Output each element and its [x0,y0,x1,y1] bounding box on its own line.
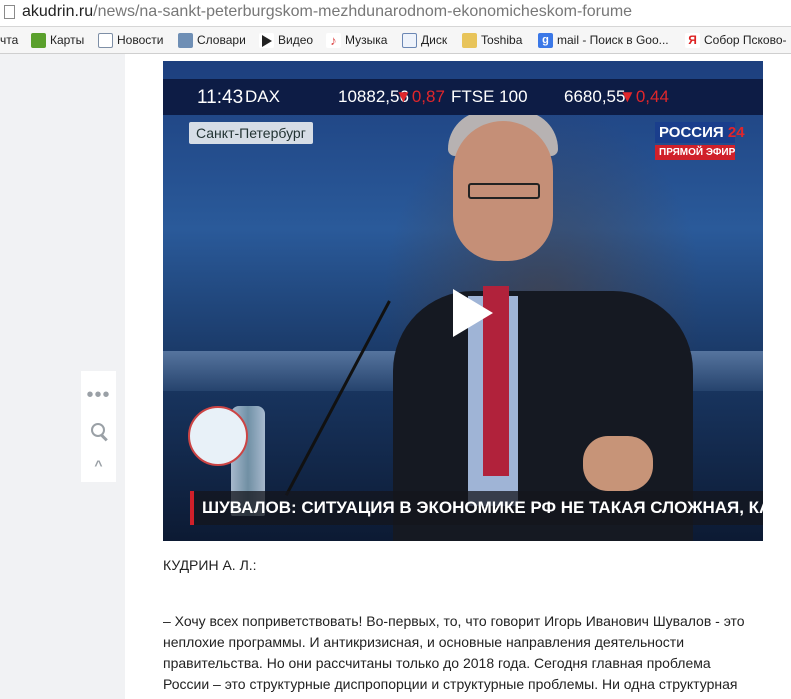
ticker-change-1: ▼0,87 [395,87,445,106]
bookmark-disk[interactable]: Диск [402,27,447,53]
yandex-icon: Я [685,32,700,48]
bookmark-label: Словари [197,33,246,47]
bookmark-label: Собор Псково- [704,33,787,47]
bookmark-google-search[interactable]: g mail - Поиск в Goo... [538,27,669,53]
ticker-index-1: DAX [245,87,280,106]
dictionary-icon [178,32,193,48]
play-button[interactable] [427,271,511,355]
address-bar[interactable]: akudrin.ru/news/na-sankt-peterburgskom-m… [0,0,791,27]
maps-icon [31,32,46,48]
bookmark-label: Карты [50,33,85,47]
bookmark-video[interactable]: Видео [259,27,313,53]
ticker-time: 11:43 [197,87,244,108]
url-text[interactable]: akudrin.ru/news/na-sankt-peterburgskom-m… [22,3,632,21]
bookmark-label: Диск [421,33,448,47]
channel-number: 24 [727,124,745,141]
bookmark-mail[interactable]: чта [0,27,18,53]
folder-icon [462,32,477,48]
ticker-change-2: ▼0,44 [619,87,669,106]
page-icon [4,5,15,19]
forum-logo [188,406,248,466]
bookmark-label: Видео [278,33,314,47]
ticker-value-2: 6680,55 [564,87,626,106]
article-paragraph: – Хочу всех поприветствовать! Во-первых,… [163,613,745,692]
bookmark-label: mail - Поиск в Goo... [557,33,669,47]
url-domain: akudrin.ru [22,3,94,20]
bookmark-sobor[interactable]: Я Собор Псково- [685,27,787,53]
news-headline: ШУВАЛОВ: СИТУАЦИЯ В ЭКОНОМИКЕ РФ НЕ ТАКА… [190,491,763,525]
live-badge: ПРЯМОЙ ЭФИР [655,145,735,160]
more-icon: ••• [86,383,111,406]
scroll-up-button[interactable]: ^ [81,447,116,482]
bookmark-label: Новости [117,33,164,47]
chevron-up-icon: ^ [94,456,103,473]
bookmark-music[interactable]: ♪ Музыка [326,27,387,53]
more-button[interactable]: ••• [81,377,116,412]
video-player[interactable]: 11:43 DAX 10882,56 ▼0,87 FTSE 100 6680,5… [163,61,763,541]
bookmark-label: Toshiba [481,33,523,47]
video-icon [259,32,274,48]
news-icon [98,32,113,48]
ticker-index-2: FTSE 100 [451,87,528,106]
city-label: Санкт-Петербург [189,122,313,144]
bookmark-news[interactable]: Новости [98,27,163,53]
channel-logo: РОССИЯ 24 ПРЯМОЙ ЭФИР [655,122,745,160]
share-widget: ••• ^ [81,371,116,482]
bookmarks-bar: чта Карты Новости Словари Видео ♪ Музыка … [0,27,791,54]
article-body: КУДРИН А. Л.: – Хочу всех поприветствова… [163,555,763,692]
music-icon: ♪ [326,32,341,48]
bookmark-dictionary[interactable]: Словари [178,27,246,53]
search-button[interactable] [81,413,116,448]
market-ticker: 11:43 DAX 10882,56 ▼0,87 FTSE 100 6680,5… [163,79,763,115]
channel-name: РОССИЯ [659,124,724,141]
disk-icon [402,32,417,48]
url-path: /news/na-sankt-peterburgskom-mezhdunarod… [93,3,633,20]
bookmark-label: Музыка [345,33,388,47]
bookmark-label: чта [0,33,19,47]
bookmark-toshiba[interactable]: Toshiba [462,27,522,53]
search-icon [90,422,107,439]
speaker-name: КУДРИН А. Л.: [163,557,257,573]
google-icon: g [538,32,553,48]
bookmark-maps[interactable]: Карты [31,27,84,53]
